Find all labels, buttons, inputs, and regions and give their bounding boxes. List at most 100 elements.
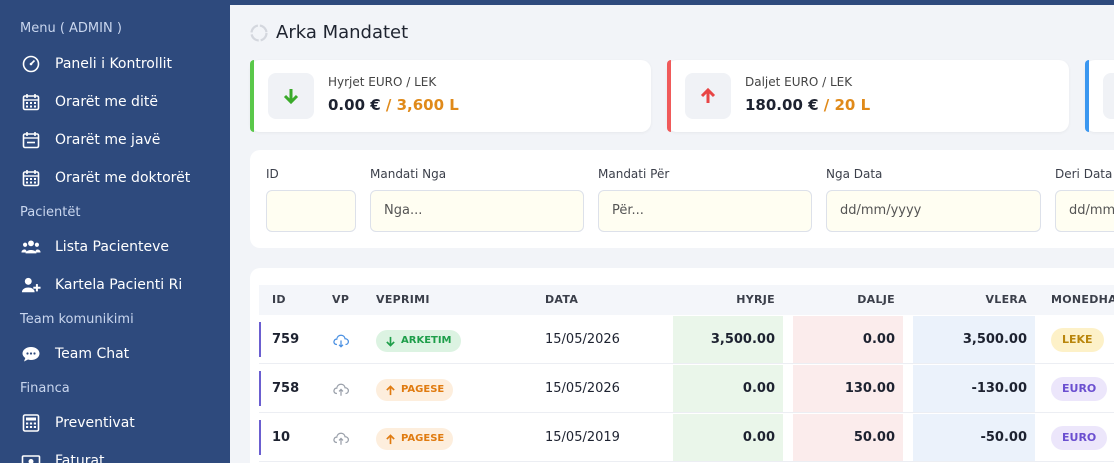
header-id[interactable]: ID [272,285,286,315]
header-dalje[interactable]: DALJE [793,285,903,315]
header-vlera[interactable]: VLERA [913,285,1035,315]
calendar-icon [20,91,42,113]
row-date: 15/05/2019 [545,430,620,445]
cloud-upload-icon[interactable] [332,331,350,349]
currency-badge: LEKE [1051,328,1104,352]
recycle-icon [250,23,268,42]
sidebar-item-patient-list[interactable]: Lista Pacienteve [0,228,169,266]
dashboard-icon [20,53,42,75]
cloud-upload-icon[interactable] [332,380,350,398]
filter-date-from-label: Nga Data [826,167,883,181]
mandate-to-input[interactable]: Për... [598,190,812,232]
page-title-text: Arka Mandatet [276,22,409,43]
id-input[interactable] [266,190,356,232]
income-value: 0.00 € / 3,600 L [328,96,459,114]
cloud-upload-icon[interactable] [332,429,350,447]
arrow-up-icon [386,384,395,395]
sidebar-item-weekly-schedule[interactable]: Orarët me javë [0,121,160,159]
header-hyrje[interactable]: HYRJE [673,285,783,315]
arrow-up-icon [685,73,731,119]
row-marker [259,322,261,357]
action-badge: ARKETIM [376,330,461,352]
card-accent-bar [250,60,254,132]
sidebar-item-dashboard[interactable]: Paneli i Kontrollit [0,45,172,83]
row-date: 15/05/2026 [545,332,620,347]
header-monedha[interactable]: MONEDHA [1051,285,1114,315]
chat-icon [20,343,42,365]
sidebar-item-label: Orarët me ditë [55,94,158,110]
user-plus-icon [20,274,42,296]
income-euro-value: 0.00 € [328,96,381,114]
date-from-input[interactable]: dd/mm/yyyy [826,190,1041,232]
header-data[interactable]: DATA [545,285,578,315]
sidebar-item-new-patient-card[interactable]: Kartela Pacienti Ri [0,266,182,304]
filter-from-label: Mandati Nga [370,167,447,181]
row-vlera: -130.00 [913,365,1035,412]
sidebar-item-label: Faturat [55,453,105,463]
sidebar-section-team: Team komunikimi [20,312,134,327]
sidebar-item-estimates[interactable]: Preventivat [0,404,135,442]
table-row[interactable]: 10 PAGESE 15/05/2019 0.00 50.00 -50.00 E… [259,414,1114,462]
row-dalje: 130.00 [793,365,903,412]
calendar-week-icon [20,129,42,151]
table-header: ID VP VEPRIMI DATA HYRJE DALJE VLERA MON… [259,285,1114,315]
filter-to: Mandati Për Për... [598,167,812,232]
row-marker [259,371,261,406]
header-veprimi[interactable]: VEPRIMI [376,285,430,315]
balance-summary-card [1085,60,1114,132]
table-row[interactable]: 758 PAGESE 15/05/2026 0.00 130.00 -130.0… [259,365,1114,413]
row-hyrje: 3,500.00 [673,316,783,363]
users-icon [20,236,42,258]
sidebar-item-invoices[interactable]: Faturat [0,442,105,463]
sidebar-item-label: Team Chat [55,346,130,362]
filter-from: Mandati Nga Nga... [370,167,584,232]
sidebar-item-daily-schedule[interactable]: Orarët me ditë [0,83,158,121]
sidebar-item-label: Paneli i Kontrollit [55,56,173,72]
calculator-icon [20,412,42,434]
mandates-table: ID VP VEPRIMI DATA HYRJE DALJE VLERA MON… [250,268,1114,463]
action-badge: PAGESE [376,379,454,401]
filter-date-from: Nga Data dd/mm/yyyy [826,167,1041,232]
page-title: Arka Mandatet [250,22,408,43]
income-summary-card: Hyrjet EURO / LEK 0.00 € / 3,600 L [250,60,651,132]
row-dalje: 50.00 [793,414,903,461]
filter-panel: ID Mandati Nga Nga... Mandati Për Për...… [250,150,1114,248]
row-dalje: 0.00 [793,316,903,363]
sidebar-item-team-chat[interactable]: Team Chat [0,335,129,373]
main-content: Arka Mandatet Hyrjet EURO / LEK 0.00 € /… [230,0,1114,463]
table-row[interactable]: 759 ARKETIM 15/05/2026 3,500.00 0.00 3,5… [259,316,1114,364]
arrow-up-icon [386,433,395,444]
filter-date-to: Deri Data dd/mm/yyyy [1055,167,1114,232]
row-date: 15/05/2026 [545,381,620,396]
sidebar-item-label: Orarët me doktorët [55,170,191,186]
sidebar-section-finance: Financa [20,381,70,396]
filter-to-label: Mandati Për [598,167,670,181]
balance-icon [1103,73,1114,119]
action-label: ARKETIM [401,335,452,346]
sidebar-section-menu: Menu ( ADMIN ) [20,21,122,36]
row-marker [259,420,261,455]
sidebar-item-label: Lista Pacienteve [55,239,169,255]
filter-id: ID [266,167,356,232]
currency-badge: EURO [1051,377,1108,401]
expense-summary-card: Daljet EURO / LEK 180.00 € / 20 L [667,60,1069,132]
action-label: PAGESE [401,433,445,444]
sidebar-item-label: Preventivat [55,415,135,431]
action-badge: PAGESE [376,428,454,450]
top-accent-bar [230,0,1114,5]
currency-badge: EURO [1051,426,1108,450]
arrow-down-icon [386,336,395,347]
expense-value: 180.00 € / 20 L [745,96,870,114]
mandate-from-input[interactable]: Nga... [370,190,584,232]
row-vlera: -50.00 [913,414,1035,461]
income-label: Hyrjet EURO / LEK [328,75,437,89]
filter-id-label: ID [266,167,279,181]
header-vp[interactable]: VP [332,285,349,315]
sidebar-item-label: Kartela Pacienti Ri [55,277,183,293]
date-to-input[interactable]: dd/mm/yyyy [1055,190,1114,232]
money-icon [20,450,42,463]
card-accent-bar [1085,60,1089,132]
expense-euro-value: 180.00 € [745,96,819,114]
row-vlera: 3,500.00 [913,316,1035,363]
sidebar-item-doctor-schedule[interactable]: Orarët me doktorët [0,159,190,197]
